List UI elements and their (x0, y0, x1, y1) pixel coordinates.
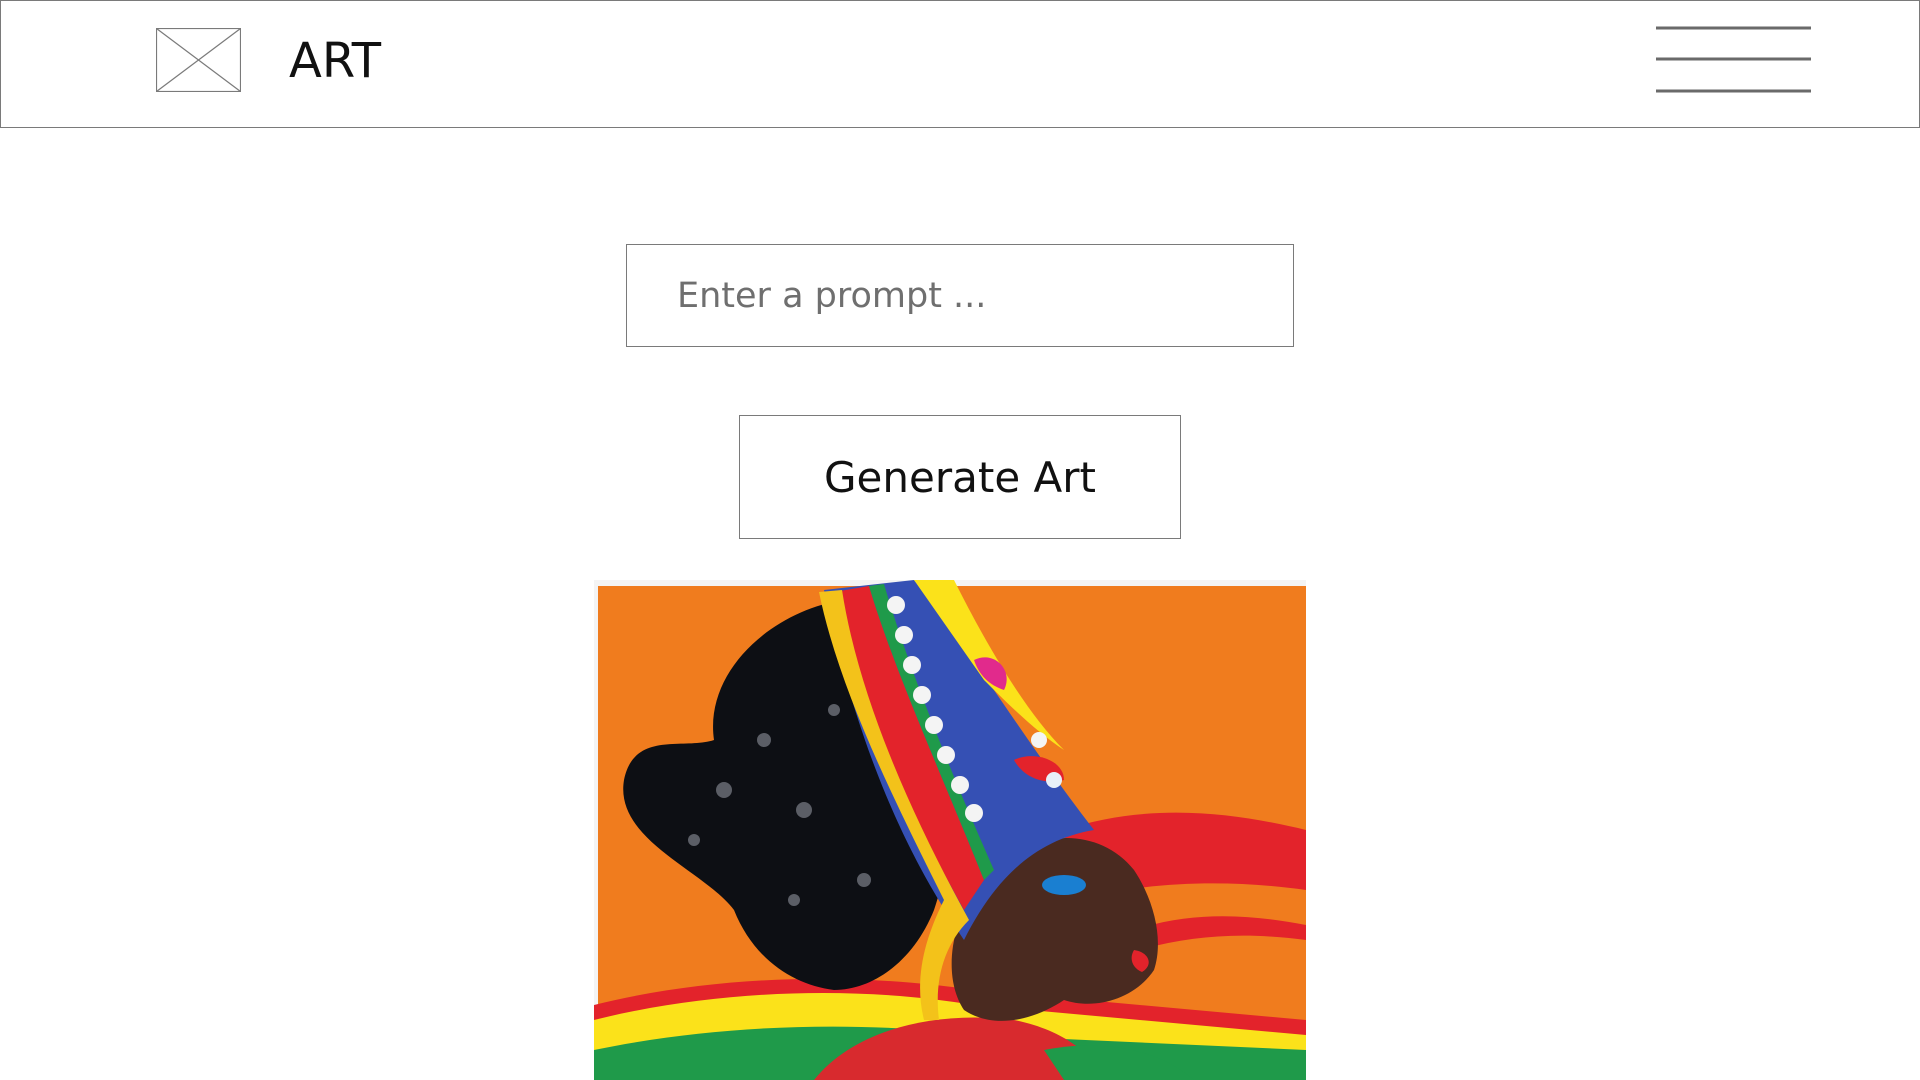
generate-art-button[interactable]: Generate Art (739, 415, 1181, 539)
hamburger-menu-icon[interactable] (1653, 23, 1813, 95)
generated-art-image (594, 580, 1306, 1080)
top-navigation-bar: ART (0, 0, 1920, 128)
app-title: ART (289, 33, 382, 89)
image-placeholder-icon (156, 28, 241, 92)
prompt-input[interactable] (626, 244, 1294, 347)
